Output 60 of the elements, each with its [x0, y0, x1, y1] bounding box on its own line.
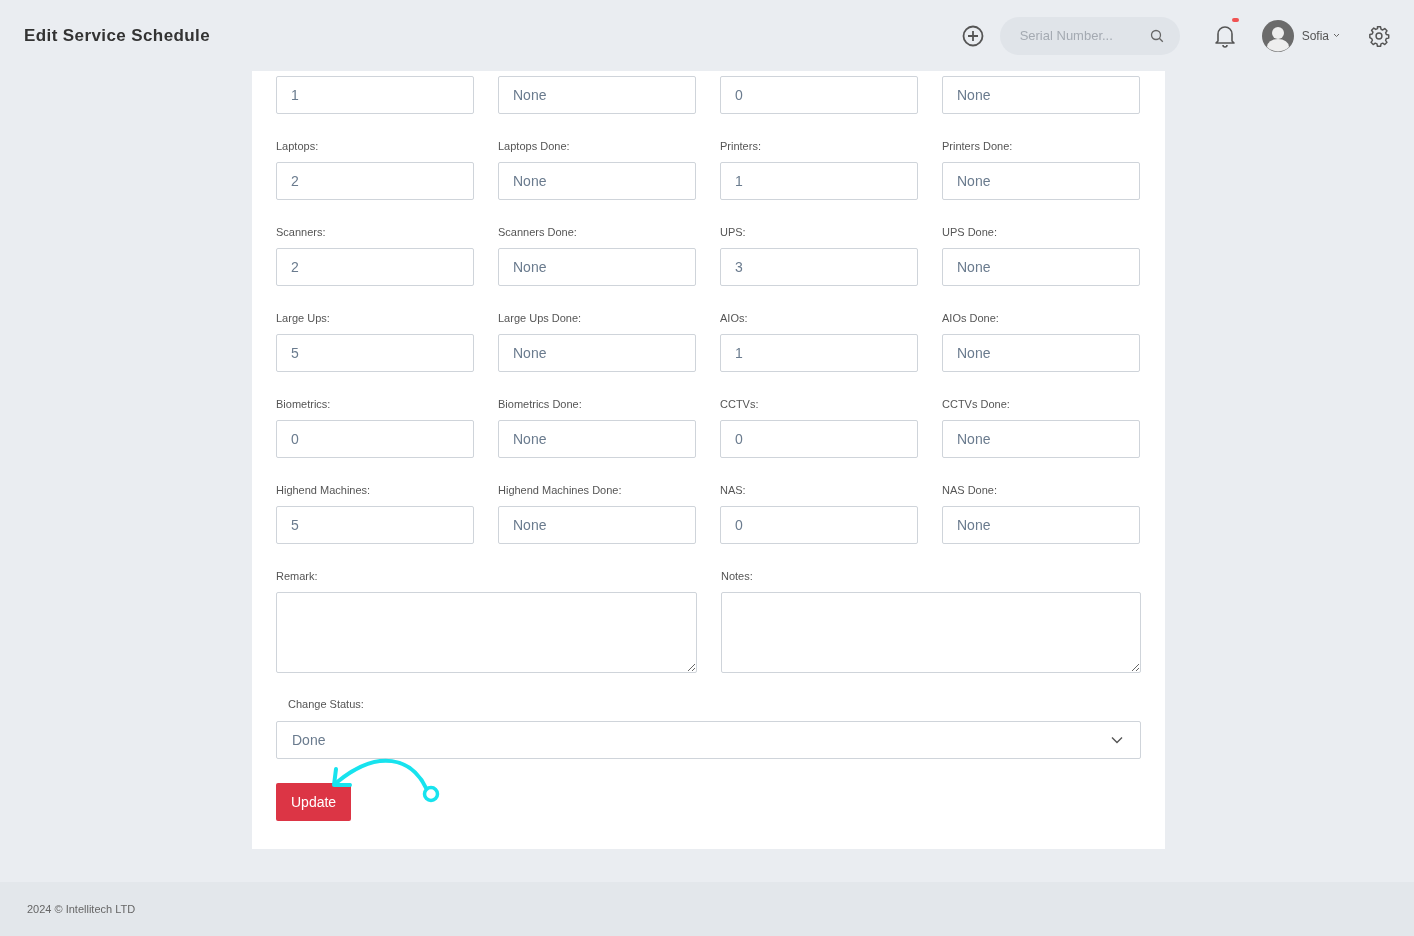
input-field[interactable]: None [942, 248, 1140, 286]
bell-icon[interactable] [1213, 23, 1236, 48]
input-field[interactable]: 0 [276, 420, 474, 458]
search-field[interactable]: Serial Number... [999, 16, 1180, 55]
input-field[interactable]: 1 [720, 162, 918, 200]
caret-icon[interactable] [1333, 33, 1340, 38]
field-label: Scanners: [276, 225, 327, 240]
field-label: AIOs: [720, 311, 749, 326]
field-label: Laptops Done: [498, 139, 571, 154]
field-label: Change Status: [288, 697, 365, 712]
field-label: Printers: [720, 139, 762, 154]
input-field[interactable]: 2 [276, 162, 474, 200]
page-title: Edit Service Schedule [24, 25, 211, 46]
field-label: Biometrics Done: [498, 397, 583, 412]
field-label: UPS Done: [942, 225, 999, 240]
input-field[interactable]: None [498, 506, 696, 544]
input-field[interactable]: None [498, 334, 696, 372]
input-field[interactable]: None [498, 162, 696, 200]
chevron-icon [1111, 736, 1123, 744]
input-field[interactable]: None [942, 506, 1140, 544]
add-icon[interactable] [961, 24, 984, 47]
input-field[interactable]: 1 [276, 76, 474, 114]
status-select[interactable]: Done [276, 721, 1141, 759]
field-label: Highend Machines: [276, 483, 372, 498]
field-label: Highend Machines Done: [498, 483, 623, 498]
input-field[interactable]: 3 [720, 248, 918, 286]
field-label: UPS: [720, 225, 747, 240]
field-label: CCTVs Done: [942, 397, 1011, 412]
input-field[interactable]: 0 [720, 420, 918, 458]
field-label: Large Ups Done: [498, 311, 583, 326]
input-field[interactable]: None [942, 76, 1140, 114]
update-button[interactable]: Update [276, 783, 352, 821]
settings-icon[interactable] [1368, 24, 1390, 47]
input-field[interactable]: None [498, 76, 696, 114]
input-field[interactable]: 0 [720, 76, 918, 114]
user-name[interactable]: Sofia [1301, 28, 1329, 43]
input-field[interactable]: 5 [276, 506, 474, 544]
search-icon[interactable] [1149, 28, 1164, 43]
input-field[interactable]: None [498, 248, 696, 286]
field-label: Biometrics: [276, 397, 332, 412]
field-label: NAS Done: [942, 483, 999, 498]
field-label: Remark: [276, 569, 319, 584]
footer-text: 2024 © Intellitech LTD [27, 903, 136, 915]
input-field[interactable]: 5 [276, 334, 474, 372]
input-field[interactable]: 0 [720, 506, 918, 544]
field-label: Scanners Done: [498, 225, 578, 240]
avatar-icon[interactable] [1261, 19, 1294, 52]
input-field[interactable]: None [942, 162, 1140, 200]
input-field[interactable]: None [942, 420, 1140, 458]
field-label: NAS: [720, 483, 747, 498]
input-field[interactable]: None [498, 420, 696, 458]
field-label: Printers Done: [942, 139, 1014, 154]
field-label: CCTVs: [720, 397, 760, 412]
field-label: Laptops: [276, 139, 320, 154]
field-label: Notes: [721, 569, 754, 584]
field-label: AIOs Done: [942, 311, 1000, 326]
input-field[interactable]: 1 [720, 334, 918, 372]
input-field[interactable]: 2 [276, 248, 474, 286]
input-field[interactable]: None [942, 334, 1140, 372]
field-label: Large Ups: [276, 311, 331, 326]
